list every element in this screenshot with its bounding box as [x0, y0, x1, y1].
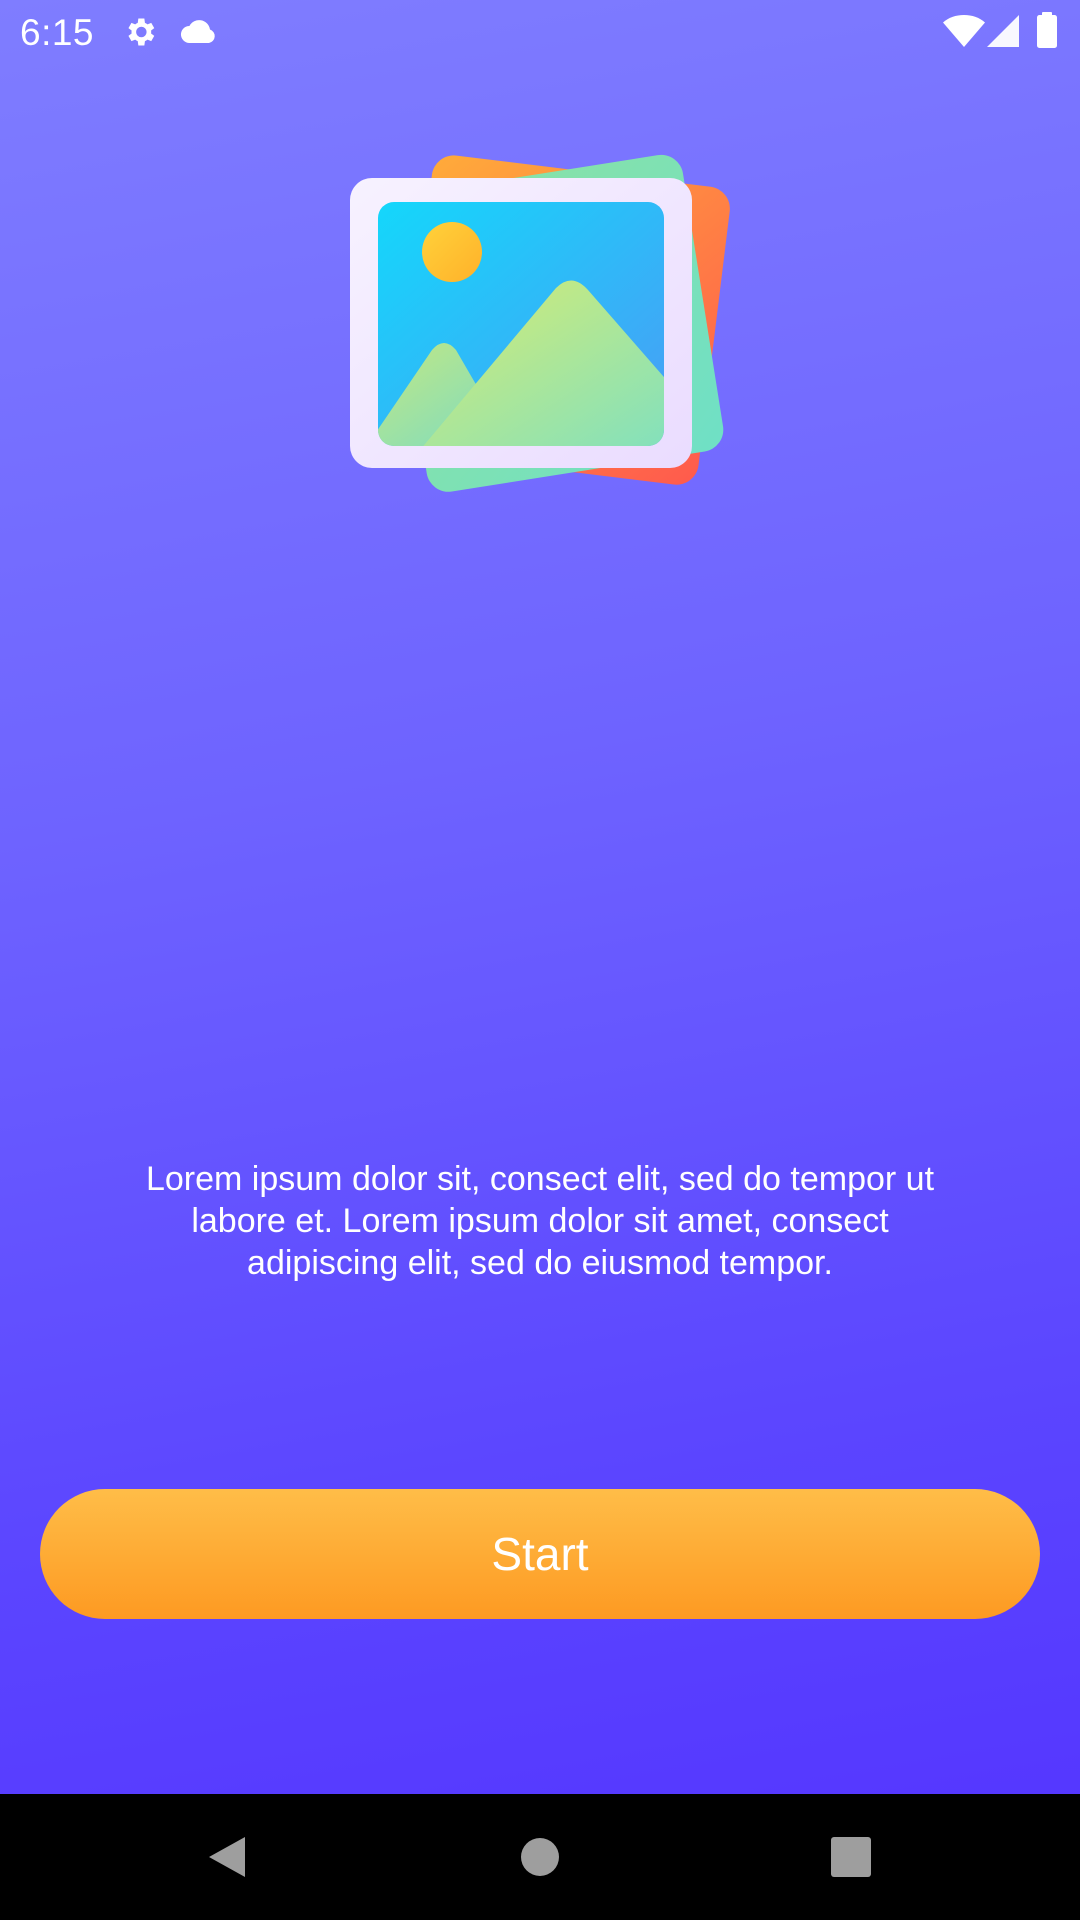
description-line-3: adipiscing elit, sed do eiusmod tempor.	[247, 1244, 833, 1282]
home-icon[interactable]	[509, 1826, 571, 1888]
status-time: 6:15	[20, 12, 95, 53]
back-icon[interactable]	[196, 1826, 258, 1888]
photo-gallery-icon	[344, 150, 740, 500]
intro-description: Lorem ipsum dolor sit, consect elit, sed…	[80, 1158, 1000, 1284]
cloud-icon	[178, 16, 218, 51]
start-button[interactable]: Start	[40, 1489, 1040, 1619]
status-bar: 6:15	[0, 0, 1080, 64]
description-line-1: Lorem ipsum dolor sit, consect elit, sed…	[145, 1160, 935, 1198]
cell-signal-icon	[986, 14, 1020, 53]
onboarding-screen: 6:15 Lorem ipsum dolor sit, consect elit…	[0, 0, 1080, 1920]
navigation-bar	[0, 1794, 1080, 1920]
wifi-icon	[942, 14, 986, 53]
recents-icon[interactable]	[820, 1826, 882, 1888]
start-button-label: Start	[491, 1528, 589, 1580]
gear-icon	[122, 14, 158, 55]
battery-icon	[1036, 12, 1058, 53]
description-line-2: labore et. Lorem ipsum dolor sit amet, c…	[191, 1202, 889, 1240]
